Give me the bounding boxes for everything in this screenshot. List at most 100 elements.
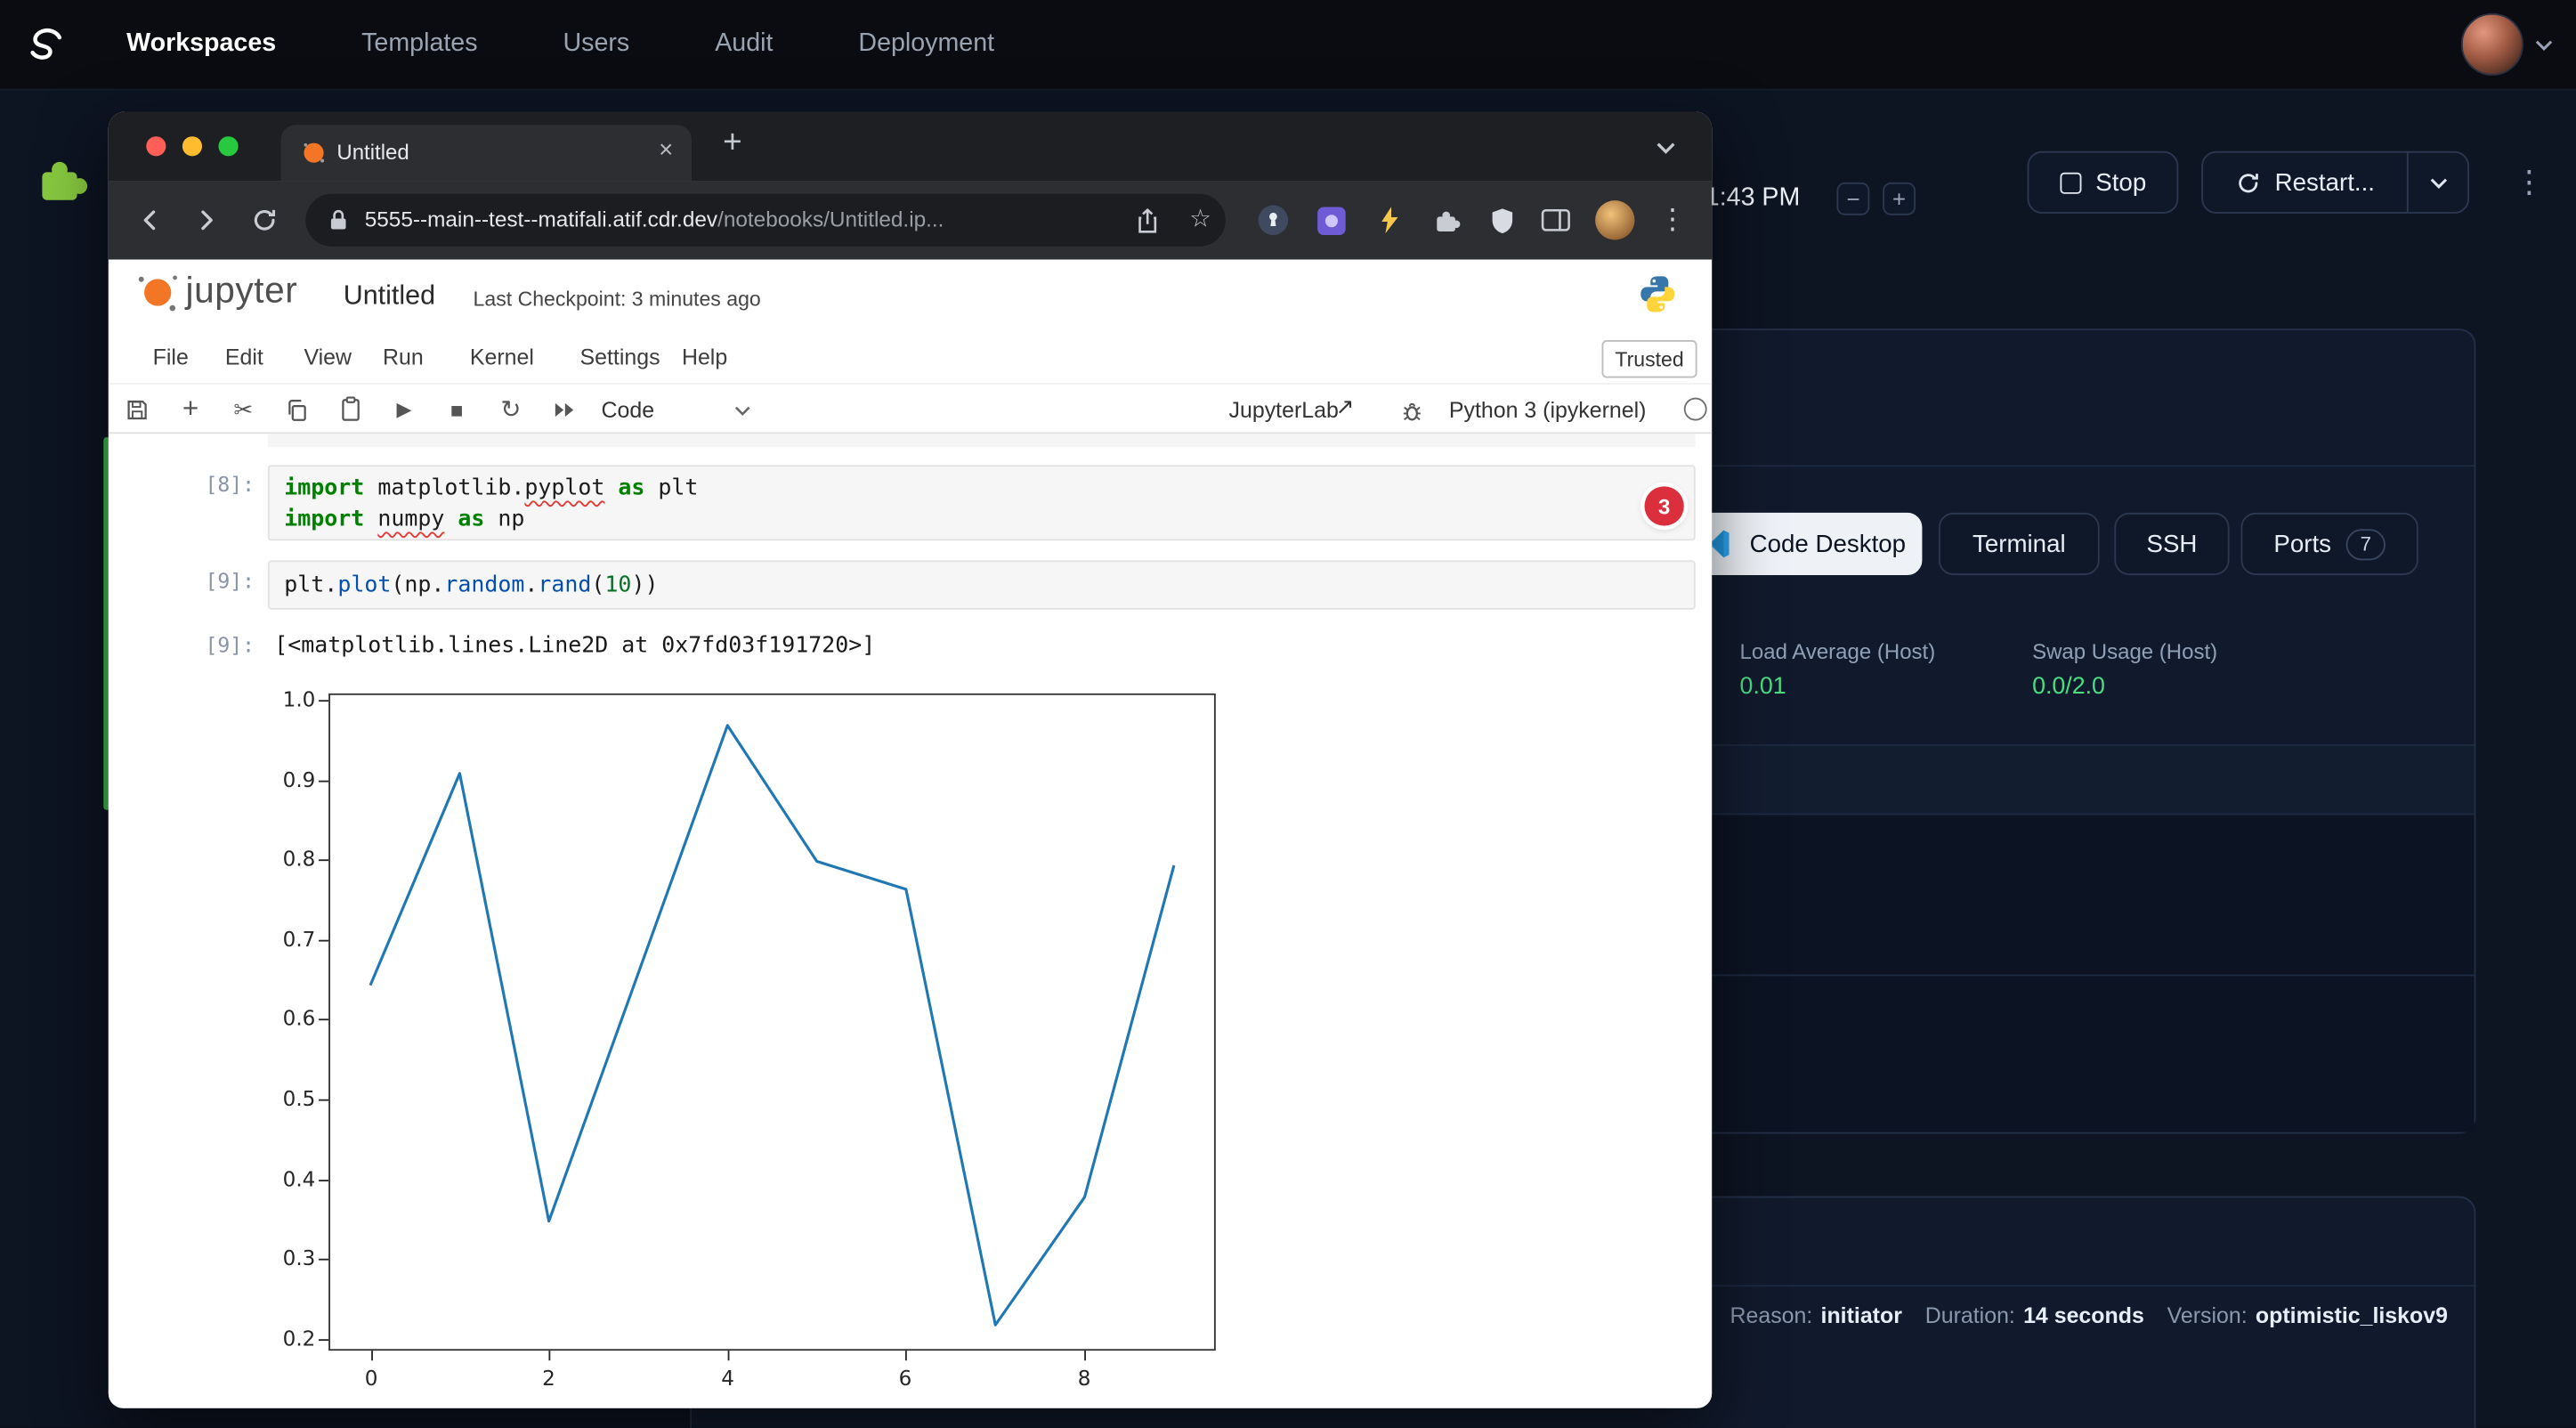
extension-1password-icon[interactable] bbox=[1255, 202, 1292, 239]
top-nav: Workspaces Templates Users Audit Deploym… bbox=[0, 0, 2576, 91]
clipped-cell bbox=[268, 434, 1696, 447]
lock-icon[interactable] bbox=[328, 208, 348, 231]
menu-view[interactable]: View bbox=[304, 336, 352, 382]
menu-file[interactable]: File bbox=[153, 336, 189, 382]
tab-close-icon[interactable]: × bbox=[659, 136, 673, 164]
restart-button[interactable]: Restart... bbox=[2203, 153, 2407, 212]
tick-mark bbox=[319, 1180, 328, 1181]
duration-value: 14 seconds bbox=[2023, 1303, 2144, 1328]
y-tick-label: 0.3 bbox=[250, 1245, 316, 1270]
nav-item-deployment[interactable]: Deployment bbox=[858, 29, 994, 59]
user-avatar[interactable] bbox=[2461, 13, 2523, 76]
nav-item-templates[interactable]: Templates bbox=[361, 29, 477, 59]
tick-mark bbox=[319, 940, 328, 942]
extension-icon[interactable] bbox=[1313, 202, 1349, 239]
matplotlib-figure bbox=[328, 694, 1216, 1351]
restart-run-all-icon[interactable] bbox=[544, 389, 583, 428]
x-tick-label: 6 bbox=[880, 1366, 929, 1391]
tick-mark bbox=[319, 1339, 328, 1341]
python-logo bbox=[1636, 272, 1679, 315]
nav-item-users[interactable]: Users bbox=[563, 29, 630, 59]
menu-help[interactable]: Help bbox=[682, 336, 727, 382]
jupyter-brand: jupyter bbox=[186, 270, 298, 312]
stop-icon bbox=[2060, 172, 2081, 193]
paste-cell-icon[interactable] bbox=[330, 389, 369, 428]
browser-tab[interactable]: Untitled × bbox=[281, 125, 692, 181]
run-cell-icon[interactable]: ▶ bbox=[385, 389, 424, 428]
shield-icon[interactable] bbox=[1484, 202, 1520, 239]
trusted-button[interactable]: Trusted bbox=[1602, 340, 1697, 377]
forward-button[interactable] bbox=[187, 200, 226, 239]
traffic-light-zoom[interactable] bbox=[218, 136, 238, 156]
side-panel-icon[interactable] bbox=[1538, 202, 1575, 239]
notification-badge: 3 bbox=[1645, 486, 1684, 525]
notebook-title[interactable]: Untitled bbox=[344, 281, 435, 312]
tick-mark bbox=[319, 1018, 328, 1020]
bookmark-star-icon[interactable]: ☆ bbox=[1189, 204, 1211, 233]
restart-button-group: Restart... bbox=[2201, 151, 2469, 214]
bolt-icon[interactable] bbox=[1370, 202, 1406, 239]
cell-prompt: [9]: bbox=[174, 569, 255, 594]
nav-item-workspaces[interactable]: Workspaces bbox=[126, 29, 276, 59]
ssh-button[interactable]: SSH bbox=[2114, 513, 2229, 575]
restart-dropdown-button[interactable] bbox=[2409, 153, 2467, 212]
cell-type-chevron-icon[interactable] bbox=[734, 406, 750, 416]
kernel-status-icon bbox=[1684, 398, 1707, 421]
back-button[interactable] bbox=[130, 200, 169, 239]
omnibox[interactable]: 5555--main--test--matifali.atif.cdr.dev/… bbox=[305, 194, 1226, 247]
menu-edit[interactable]: Edit bbox=[225, 336, 263, 382]
url-text: 5555--main--test--matifali.atif.cdr.dev/… bbox=[365, 207, 944, 232]
code-cell-input[interactable]: import matplotlib.pyplot as plt import n… bbox=[268, 465, 1696, 540]
x-tick-label: 2 bbox=[524, 1366, 573, 1391]
interrupt-kernel-icon[interactable]: ■ bbox=[437, 389, 476, 428]
browser-profile-avatar[interactable] bbox=[1595, 200, 1634, 239]
app-logo-icon[interactable] bbox=[20, 21, 69, 70]
increase-time-button[interactable]: + bbox=[1883, 183, 1916, 215]
debugger-icon[interactable] bbox=[1391, 391, 1430, 430]
ports-button[interactable]: Ports 7 bbox=[2240, 513, 2418, 575]
cut-cell-icon[interactable]: ✂ bbox=[223, 389, 263, 428]
tick-mark bbox=[319, 859, 328, 861]
add-cell-icon[interactable]: + bbox=[171, 389, 210, 428]
ssh-label: SSH bbox=[2147, 530, 2198, 557]
avatar-chevron-down-icon[interactable] bbox=[2535, 38, 2553, 50]
nav-items: Workspaces Templates Users Audit Deploym… bbox=[126, 29, 994, 59]
save-icon[interactable] bbox=[117, 389, 156, 428]
jupyterlab-link[interactable]: JupyterLab bbox=[1229, 398, 1339, 423]
stop-button[interactable]: Stop bbox=[2028, 151, 2179, 214]
decrease-time-button[interactable]: − bbox=[1836, 183, 1869, 215]
tick-mark bbox=[319, 1099, 328, 1101]
code-line: plt.plot(np.random.rand(10)) bbox=[284, 570, 658, 601]
traffic-light-minimize[interactable] bbox=[182, 136, 202, 156]
share-icon[interactable] bbox=[1135, 207, 1160, 235]
duration-label: Duration: bbox=[1925, 1303, 2015, 1328]
menu-settings[interactable]: Settings bbox=[580, 336, 660, 382]
external-link-icon[interactable]: ↗ bbox=[1336, 394, 1355, 421]
restart-kernel-icon[interactable]: ↻ bbox=[491, 389, 531, 428]
workspace-menu-kebab[interactable]: ⋮ bbox=[2514, 167, 2545, 199]
build-meta-row: Reason:initiatorDuration:14 secondsVersi… bbox=[1729, 1303, 2470, 1328]
jupyter-logo bbox=[132, 266, 184, 319]
copy-cell-icon[interactable] bbox=[276, 389, 315, 428]
menu-run[interactable]: Run bbox=[383, 336, 424, 382]
terminal-button[interactable]: Terminal bbox=[1939, 513, 2100, 575]
desktop-puzzle-icon bbox=[33, 151, 89, 207]
schedule-time-text: 1:43 PM bbox=[1705, 184, 1801, 214]
restart-icon bbox=[2235, 170, 2260, 195]
tick-mark bbox=[905, 1351, 907, 1360]
browser-toolbar: 5555--main--test--matifali.atif.cdr.dev/… bbox=[109, 181, 1712, 260]
new-tab-button[interactable]: + bbox=[723, 125, 742, 162]
browser-window: Untitled × + 5555--main--test-- bbox=[109, 112, 1712, 1408]
code-line: import numpy as np bbox=[284, 505, 524, 536]
code-cell-input[interactable]: plt.plot(np.random.rand(10)) bbox=[268, 560, 1696, 609]
nav-item-audit[interactable]: Audit bbox=[715, 29, 773, 59]
extensions-puzzle-icon[interactable] bbox=[1428, 202, 1464, 239]
browser-menu-kebab[interactable]: ⋮ bbox=[1655, 202, 1691, 239]
reload-button[interactable] bbox=[245, 200, 284, 239]
kernel-name[interactable]: Python 3 (ipykernel) bbox=[1449, 398, 1647, 423]
tab-search-chevron-icon[interactable] bbox=[1656, 142, 1675, 155]
cell-type-select[interactable]: Code bbox=[602, 398, 655, 423]
menu-kernel[interactable]: Kernel bbox=[470, 336, 534, 382]
traffic-light-close[interactable] bbox=[146, 136, 166, 156]
reason-value: initiator bbox=[1821, 1303, 1902, 1328]
